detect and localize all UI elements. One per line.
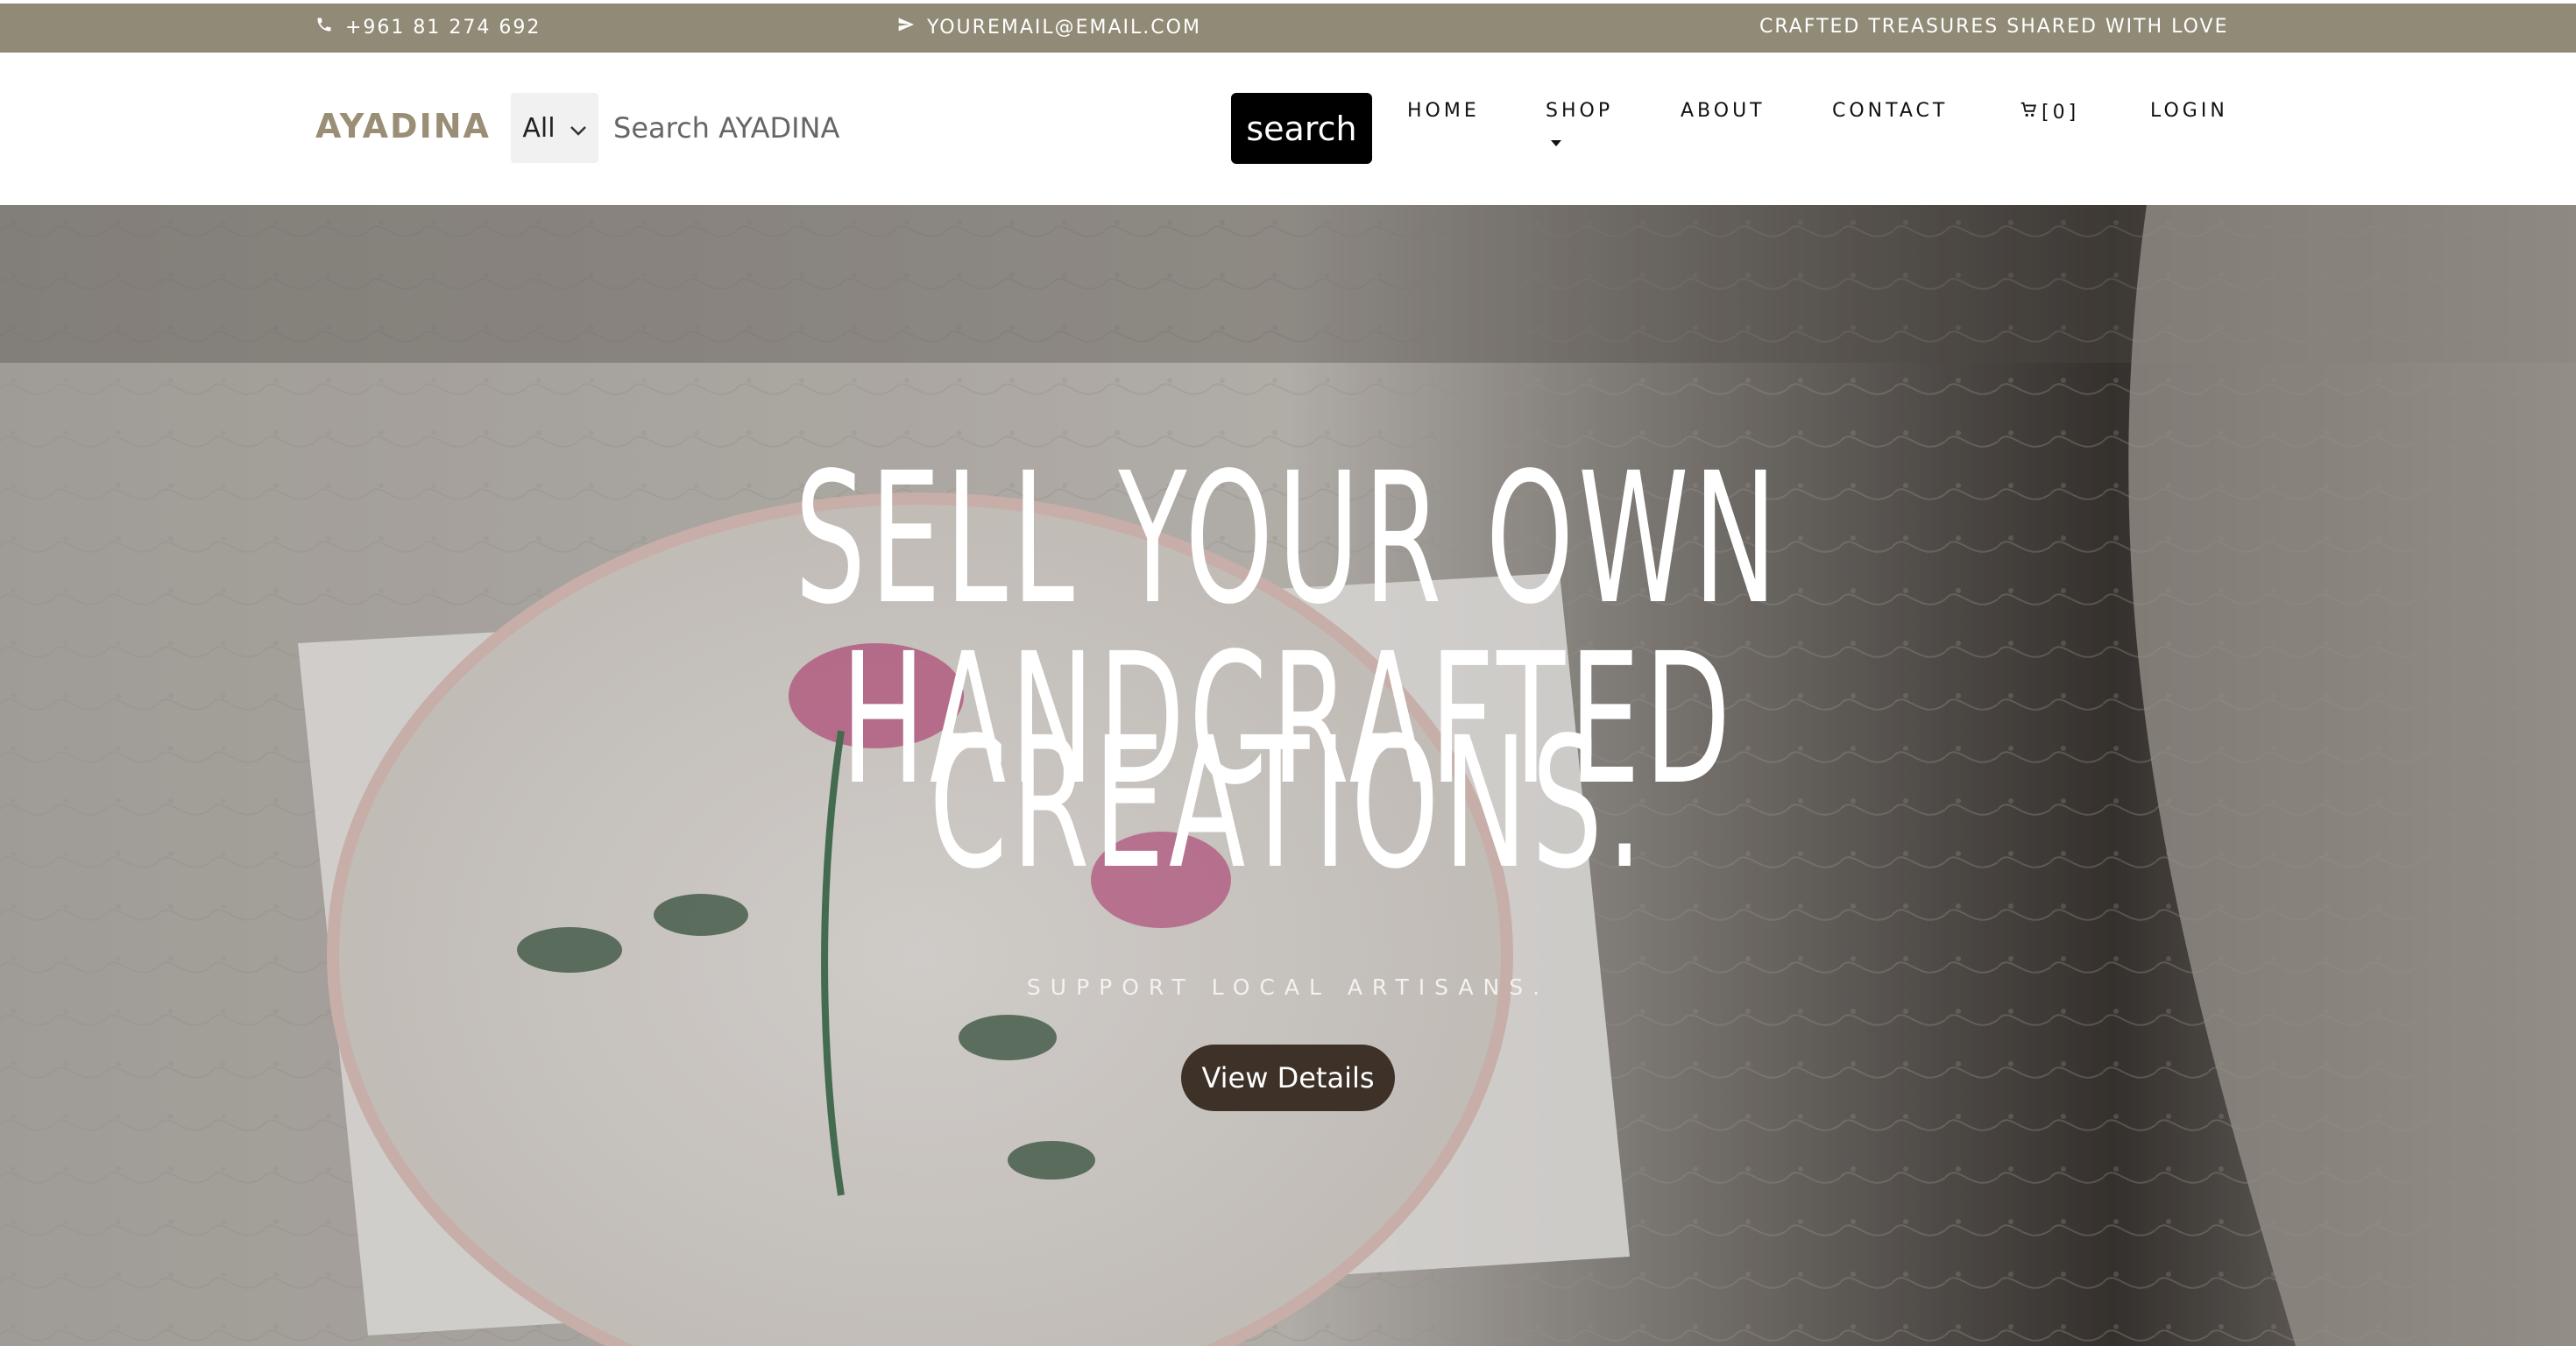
view-details-button[interactable]: View Details	[1181, 1045, 1395, 1111]
nav-contact[interactable]: CONTACT	[1832, 100, 1948, 122]
hero-banner: Sell your own handcrafted creations. SUP…	[0, 205, 2576, 1346]
phone-icon	[315, 16, 333, 39]
email-contact[interactable]: YOUREMAIL@EMAIL.COM	[897, 16, 1201, 39]
caret-down-icon[interactable]	[1551, 140, 1561, 146]
hero-title-line-2: creations.	[929, 698, 1647, 909]
search-button[interactable]: search	[1231, 93, 1372, 164]
nav-about[interactable]: ABOUT	[1681, 100, 1766, 122]
nav-cart[interactable]: [0]	[2019, 100, 2079, 124]
search-input[interactable]	[613, 93, 1209, 163]
cart-icon	[2019, 100, 2038, 124]
top-info-bar: +961 81 274 692 YOUREMAIL@EMAIL.COM CRAF…	[0, 0, 2576, 53]
paper-plane-icon	[897, 16, 915, 39]
nav-home[interactable]: HOME	[1407, 100, 1480, 122]
category-select-value: All	[522, 112, 556, 144]
tagline: CRAFTED TREASURES SHARED WITH LOVE	[1759, 16, 2229, 38]
category-select[interactable]: All	[511, 93, 598, 163]
cart-count: [0]	[2042, 101, 2080, 124]
phone-contact[interactable]: +961 81 274 692	[315, 16, 541, 39]
nav-login[interactable]: LOGIN	[2150, 100, 2228, 122]
nav-shop[interactable]: SHOP	[1546, 100, 1613, 122]
site-header: AYADINA All search HOME SHOP ABOUT CONTA…	[0, 53, 2576, 205]
phone-number: +961 81 274 692	[345, 16, 541, 39]
site-logo[interactable]: AYADINA	[315, 107, 491, 145]
chevron-down-icon	[570, 113, 587, 144]
hero-subtitle: SUPPORT LOCAL ARTISANS.	[1026, 974, 1550, 1000]
email-address: YOUREMAIL@EMAIL.COM	[927, 16, 1201, 39]
